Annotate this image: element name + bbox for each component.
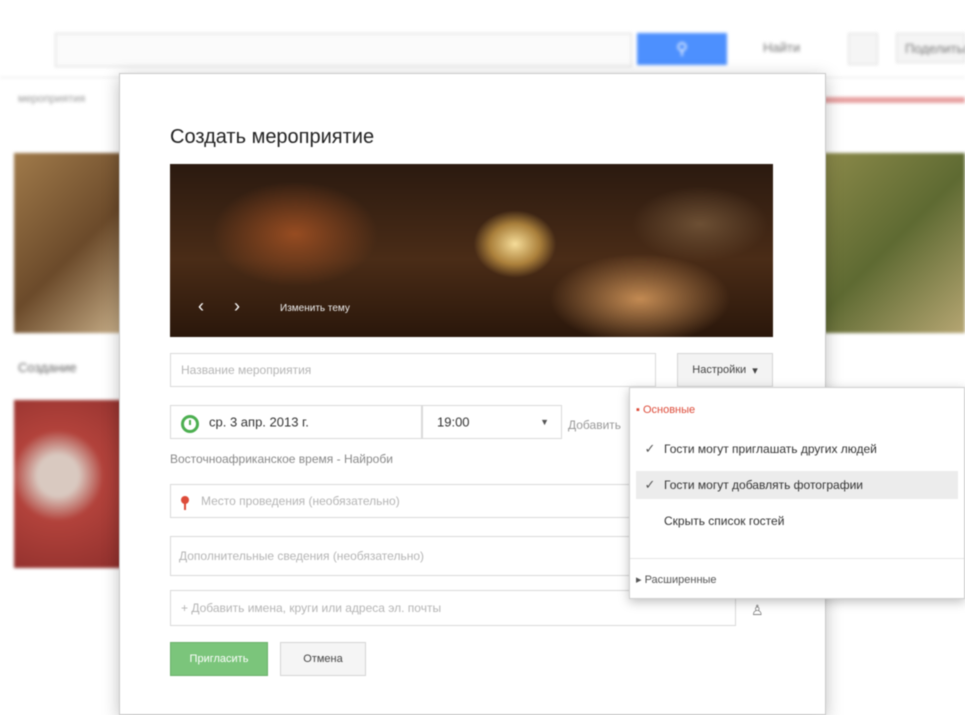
menu-item-label: Гости могут приглашать других людей [664, 442, 877, 456]
search-icon: ⚲ [676, 41, 688, 58]
event-name-placeholder: Название мероприятия [181, 363, 312, 377]
add-person-icon[interactable]: ♙ [751, 602, 764, 619]
settings-button-label: Настройки [692, 364, 747, 376]
event-tile-right[interactable] [820, 153, 965, 333]
checkmark-icon: ✓ [644, 441, 656, 456]
event-tile-left-2[interactable] [14, 400, 124, 568]
invite-button[interactable]: Пригласить [170, 642, 268, 676]
search-button[interactable]: ⚲ [637, 33, 727, 65]
settings-menu: ▪ Основные ✓ Гости могут приглашать друг… [629, 387, 965, 599]
menu-item-hide-guest-list[interactable]: Скрыть список гостей [636, 507, 958, 535]
accent-strip [822, 97, 965, 103]
details-placeholder: Дополнительные сведения (необязательно) [179, 549, 424, 563]
event-theme-photo: ‹ › Изменить тему [170, 164, 773, 337]
date-value: ср. 3 апр. 2013 г. [209, 414, 309, 430]
chevron-right-icon[interactable]: › [234, 296, 240, 317]
dropdown-arrow-icon: ▼ [540, 417, 549, 427]
chevron-left-icon[interactable]: ‹ [198, 296, 204, 317]
guests-placeholder: + Добавить имена, круги или адреса эл. п… [181, 601, 442, 615]
cancel-button[interactable]: Отмена [280, 642, 366, 676]
event-name-input[interactable]: Название мероприятия [170, 353, 656, 387]
chevron-down-icon: ▾ [752, 364, 758, 377]
search-input[interactable] [55, 33, 632, 67]
event-tile-left[interactable] [14, 153, 124, 333]
clock-icon [181, 415, 199, 433]
location-placeholder: Место проведения (необязательно) [201, 494, 400, 508]
share-button[interactable]: Поделиться [896, 33, 965, 63]
time-select[interactable]: 19:00 ▼ [422, 405, 562, 439]
timezone-text[interactable]: Восточноафриканское время - Найроби [170, 452, 393, 466]
dialog-title: Создать мероприятие [170, 126, 375, 148]
top-link-find[interactable]: Найти [763, 40, 800, 55]
tile-caption: Создание [18, 360, 77, 375]
change-theme-link[interactable]: Изменить тему [280, 303, 350, 314]
menu-divider [630, 558, 964, 559]
page-subtitle: мероприятия [18, 93, 86, 105]
menu-item-guests-photos[interactable]: ✓ Гости могут добавлять фотографии [636, 471, 958, 499]
notification-box[interactable] [848, 33, 878, 65]
menu-item-label: Гости могут добавлять фотографии [664, 478, 863, 492]
menu-section-basic[interactable]: ▪ Основные [636, 404, 695, 416]
checkmark-icon: ✓ [644, 477, 656, 492]
add-end-time-link[interactable]: Добавить [568, 418, 621, 432]
date-field[interactable]: ср. 3 апр. 2013 г. [170, 405, 422, 439]
menu-item-guests-invite[interactable]: ✓ Гости могут приглашать других людей [636, 435, 958, 463]
time-value: 19:00 [437, 414, 470, 430]
menu-item-label: Скрыть список гостей [664, 514, 785, 528]
settings-button[interactable]: Настройки ▾ [677, 353, 773, 387]
location-pin-icon [181, 496, 189, 510]
menu-section-advanced[interactable]: ▸ Расширенные [636, 573, 717, 586]
